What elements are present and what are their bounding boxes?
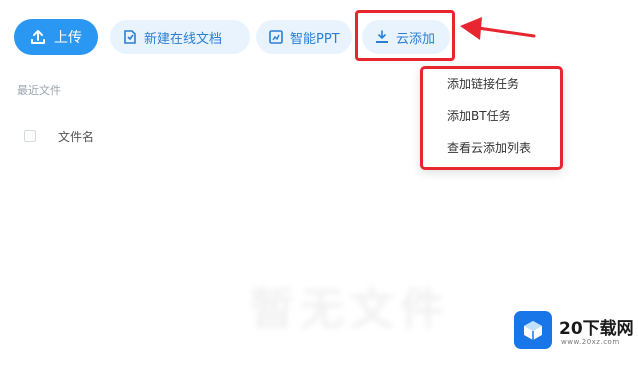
file-list-header: 文件名 bbox=[24, 126, 94, 146]
pointer-arrow-icon bbox=[460, 17, 536, 40]
smart-ppt-button[interactable]: 智能PPT bbox=[256, 20, 352, 54]
menu-item-view-cloud-add-list[interactable]: 查看云添加列表 bbox=[447, 139, 531, 156]
empty-state-text: 暂无文件 bbox=[250, 284, 450, 335]
cloud-add-dropdown-menu: 添加链接任务 添加BT任务 查看云添加列表 bbox=[420, 66, 563, 170]
upload-icon bbox=[30, 29, 46, 45]
smart-ppt-label: 智能PPT bbox=[290, 31, 340, 47]
menu-item-add-bt-task[interactable]: 添加BT任务 bbox=[447, 107, 511, 124]
recent-files-label: 最近文件 bbox=[17, 84, 61, 97]
cloud-add-highlight-box bbox=[355, 10, 455, 61]
file-name-column-header[interactable]: 文件名 bbox=[58, 128, 94, 145]
ppt-icon bbox=[268, 29, 284, 45]
site-logo-icon bbox=[514, 311, 552, 349]
site-watermark-url: www.20xz.com bbox=[561, 338, 620, 346]
online-doc-icon bbox=[122, 29, 138, 45]
new-online-doc-label: 新建在线文档 bbox=[144, 31, 223, 47]
select-all-checkbox[interactable] bbox=[24, 130, 36, 142]
site-watermark-name: 20下载网 bbox=[559, 319, 634, 339]
new-online-doc-button[interactable]: 新建在线文档 bbox=[110, 20, 250, 54]
upload-button-label: 上传 bbox=[54, 30, 82, 46]
toolbar: 上传 新建在线文档 智能PPT 云添加 bbox=[0, 0, 638, 76]
upload-button[interactable]: 上传 bbox=[14, 19, 98, 55]
menu-item-add-link-task[interactable]: 添加链接任务 bbox=[447, 75, 519, 92]
